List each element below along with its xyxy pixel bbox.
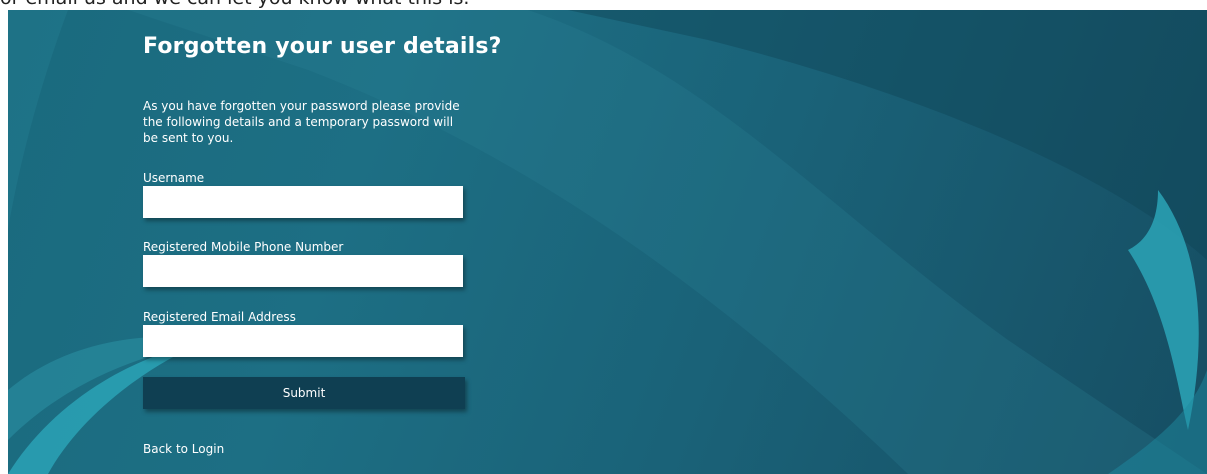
login-panel: Forgotten your user details? As you have… bbox=[8, 10, 1207, 474]
email-label: Registered Email Address bbox=[143, 310, 296, 324]
intro-text: As you have forgotten your password plea… bbox=[143, 99, 460, 145]
mobile-phone-input[interactable] bbox=[143, 255, 463, 287]
top-text-strip: or email us and we can let you know what… bbox=[0, 0, 1207, 10]
submit-button[interactable]: Submit bbox=[143, 377, 465, 409]
back-to-login-link[interactable]: Back to Login bbox=[143, 442, 224, 456]
username-label: Username bbox=[143, 171, 205, 185]
username-input[interactable] bbox=[143, 186, 463, 218]
top-help-text: or email us and we can let you know what… bbox=[0, 0, 469, 9]
email-input[interactable] bbox=[143, 325, 463, 357]
mobile-phone-label: Registered Mobile Phone Number bbox=[143, 240, 344, 254]
page-title: Forgotten your user details? bbox=[143, 34, 502, 59]
